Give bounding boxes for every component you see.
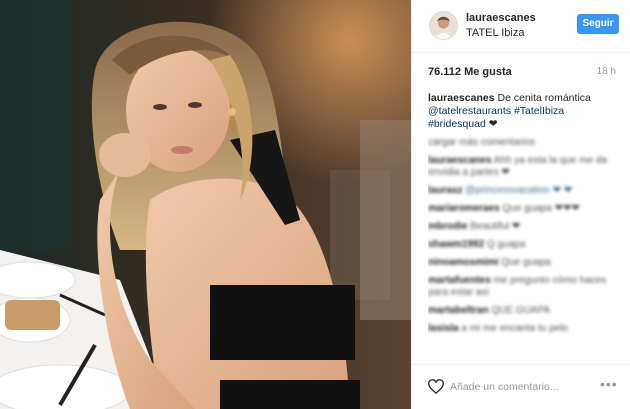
comment-footer: •••	[412, 364, 630, 409]
follow-button[interactable]: Seguir	[577, 14, 619, 34]
caption-hashtag-1[interactable]: #TatelIbiza	[514, 105, 564, 117]
comment-text: Q guapa	[486, 239, 526, 250]
post-location[interactable]: TATEL Ibiza	[466, 27, 524, 39]
load-more-comments[interactable]: cargar más comentarios	[428, 137, 614, 149]
comment-username[interactable]: lauraescanes	[428, 155, 491, 166]
comment-username[interactable]: shawm1992	[428, 239, 484, 250]
list-item: shawm1992 Q guapa	[428, 239, 614, 251]
post-photo[interactable]	[0, 0, 411, 409]
list-item: mbrodie Beautiful ❤	[428, 221, 614, 233]
caption-hashtag-2[interactable]: #bridesquad	[428, 118, 486, 130]
caption-text: De cenita romántica	[497, 92, 591, 104]
caption-emoji: ❤	[488, 118, 498, 130]
list-item: lasisla a mi me encanta tu pelo	[428, 323, 614, 335]
list-item: lauraescanes Ahh ya esta la que me da en…	[428, 155, 614, 179]
comment-text: a mi me encanta tu pelo	[461, 323, 569, 334]
comment-username[interactable]: martafuentes	[428, 275, 491, 286]
comment-text: Beautiful ❤	[470, 221, 521, 232]
comment-text: QUE GUAPA	[491, 305, 551, 316]
like-count[interactable]: 76.112 Me gusta	[428, 66, 512, 78]
caption-username[interactable]: lauraescanes	[428, 92, 495, 104]
comment-username[interactable]: laurasz	[428, 185, 462, 196]
comment-text: @princessvacation ❤ ❤	[465, 185, 573, 196]
header-username[interactable]: lauraescanes	[466, 12, 536, 24]
comment-username[interactable]: lasisla	[428, 323, 459, 334]
list-item: martafuentes me pregunto cómo haces para…	[428, 275, 614, 299]
post-sidebar: lauraescanes TATEL Ibiza Seguir 76.112 M…	[411, 0, 630, 409]
comment-username[interactable]: martabeltran	[428, 305, 489, 316]
list-item: ninoamosmimi Que guapa	[428, 257, 614, 269]
comment-username[interactable]: mariaromeraes	[428, 203, 500, 214]
caption-mention[interactable]: @tatelrestaurants	[428, 105, 511, 117]
comment-text: Que guapa	[501, 257, 551, 268]
list-item: mariaromeraes Que guapa ❤❤❤	[428, 203, 614, 215]
post-timestamp[interactable]: 18 h	[597, 66, 616, 77]
list-item: martabeltran QUE GUAPA	[428, 305, 614, 317]
avatar-image	[430, 12, 457, 39]
comment-username[interactable]: mbrodie	[428, 221, 467, 232]
post-photo-illustration	[0, 0, 411, 409]
comment-username[interactable]: ninoamosmimi	[428, 257, 499, 268]
comment-input[interactable]	[450, 377, 590, 397]
comments-list: lauraescanes De cenita romántica @tatelr…	[428, 92, 614, 352]
avatar[interactable]	[429, 11, 458, 40]
list-item: laurasz @princessvacation ❤ ❤	[428, 185, 614, 197]
comment-text: Que guapa ❤❤❤	[502, 203, 580, 214]
likes-row: 76.112 Me gusta 18 h	[428, 66, 616, 82]
heart-icon[interactable]	[428, 379, 444, 394]
caption: lauraescanes De cenita romántica @tatelr…	[428, 92, 614, 131]
more-options-icon[interactable]: •••	[600, 377, 617, 393]
post-header: lauraescanes TATEL Ibiza Seguir	[412, 0, 630, 53]
